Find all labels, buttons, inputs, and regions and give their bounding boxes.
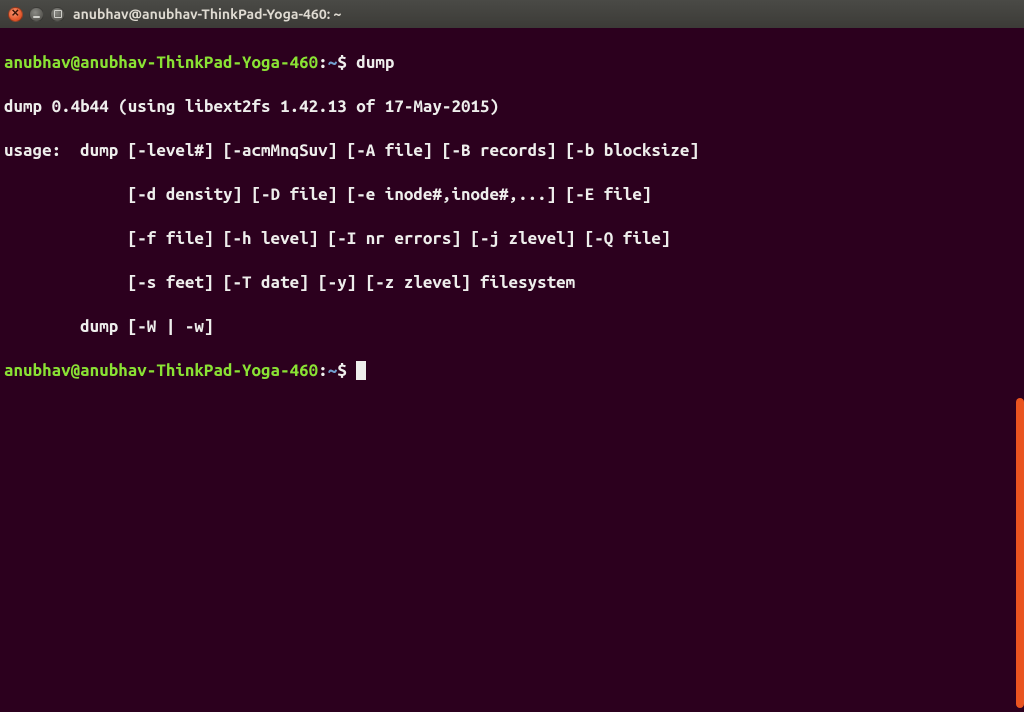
- output-line: usage: dump [-level#] [-acmMnqSuv] [-A f…: [4, 140, 1020, 162]
- window-controls: [8, 7, 65, 22]
- window-title: anubhav@anubhav-ThinkPad-Yoga-460: ~: [73, 6, 341, 22]
- output-line: [-d density] [-D file] [-e inode#,inode#…: [4, 184, 1020, 206]
- terminal-line: anubhav@anubhav-ThinkPad-Yoga-460:~$ dum…: [4, 52, 1020, 74]
- prompt-colon: :: [318, 53, 328, 72]
- prompt-dollar: $: [337, 53, 347, 72]
- terminal-line: anubhav@anubhav-ThinkPad-Yoga-460:~$: [4, 360, 1020, 382]
- cursor-block: [356, 361, 366, 380]
- prompt-userhost: anubhav@anubhav-ThinkPad-Yoga-460: [4, 53, 318, 72]
- output-line: dump 0.4b44 (using libext2fs 1.42.13 of …: [4, 96, 1020, 118]
- command-text: [347, 53, 357, 72]
- command-text: dump: [356, 53, 394, 72]
- prompt-userhost: anubhav@anubhav-ThinkPad-Yoga-460: [4, 361, 318, 380]
- prompt-path: ~: [328, 361, 338, 380]
- output-line: [-f file] [-h level] [-I nr errors] [-j …: [4, 228, 1020, 250]
- prompt-dollar: $: [337, 361, 347, 380]
- terminal-area[interactable]: anubhav@anubhav-ThinkPad-Yoga-460:~$ dum…: [0, 28, 1024, 712]
- close-icon[interactable]: [8, 7, 23, 22]
- output-line: dump [-W | -w]: [4, 316, 1020, 338]
- minimize-icon[interactable]: [29, 7, 44, 22]
- scrollbar-thumb[interactable]: [1016, 398, 1024, 708]
- prompt-colon: :: [318, 361, 328, 380]
- output-line: [-s feet] [-T date] [-y] [-z zlevel] fil…: [4, 272, 1020, 294]
- window-titlebar: anubhav@anubhav-ThinkPad-Yoga-460: ~: [0, 0, 1024, 28]
- maximize-icon[interactable]: [50, 7, 65, 22]
- prompt-path: ~: [328, 53, 338, 72]
